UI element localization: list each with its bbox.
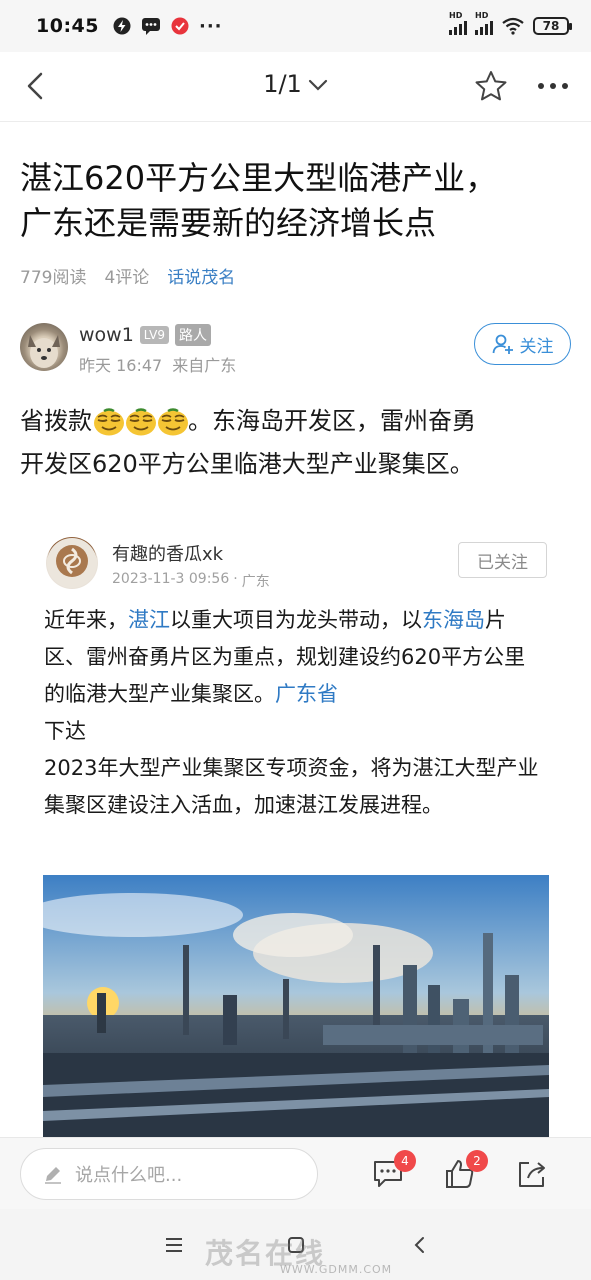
more-options-button[interactable] (531, 64, 575, 108)
more-notifications-icon: ··· (198, 15, 223, 37)
smirk-emoji-icon (126, 408, 156, 436)
pencil-icon (45, 1167, 61, 1184)
level-badge: LV9 (139, 326, 170, 344)
dot-icon (562, 83, 568, 89)
page-indicator-label: 1/1 (263, 70, 302, 98)
recent-apps-button[interactable] (160, 1231, 188, 1259)
star-icon (475, 71, 507, 101)
link-donghai-island[interactable]: 东海岛 (422, 608, 485, 632)
status-bar: 10:45 ··· HD HD 78 (0, 0, 591, 52)
author-avatar-image (28, 335, 60, 368)
dot-icon (550, 83, 556, 89)
status-right-icons: HD HD 78 (449, 11, 572, 35)
post-title-line-1: 湛江620平方公里大型临港产业， (20, 159, 498, 197)
follow-button[interactable]: 关注 (474, 323, 571, 365)
follow-label: 关注 (519, 336, 554, 357)
dot-icon (538, 83, 544, 89)
post-body-line-1: 省拨款 。东海岛开发区，雷州奋勇 (20, 407, 476, 436)
smirk-emoji-icon (158, 408, 188, 436)
comment-count-badge: 4 (394, 1150, 416, 1172)
battery-icon: 78 (533, 17, 572, 35)
top-nav-bar: 1/1 (0, 52, 591, 122)
role-badge: 路人 (175, 324, 212, 346)
share-button[interactable] (512, 1154, 552, 1194)
status-notification-icons: ··· (113, 16, 223, 37)
author-name-row: wow1 LV9 路人 (79, 324, 212, 346)
post-body-line-2: 开发区620平方公里临港大型产业聚集区。 (20, 450, 474, 478)
comment-bar: 说点什么吧... 4 2 (0, 1137, 591, 1209)
avatar[interactable] (20, 323, 68, 371)
separator-dot: · (233, 571, 238, 587)
post-time: 昨天 16:47 (79, 356, 163, 375)
share-icon (519, 1162, 545, 1187)
watermark-url: WWW.GDMM.COM (280, 1263, 393, 1276)
bolt-icon (113, 17, 131, 35)
signal-icon: HD (449, 11, 467, 35)
comment-input[interactable]: 说点什么吧... (20, 1148, 318, 1200)
refinery-sunset-illustration (43, 875, 549, 1137)
link-zhanjiang[interactable]: 湛江 (128, 608, 170, 632)
industrial-port-image[interactable] (43, 875, 549, 1137)
post-location: 来自广东 (172, 356, 237, 375)
message-icon (141, 18, 160, 35)
post-body: 省拨款 。东海岛开发区，雷州奋勇 开发区620平方公里临港大型产业聚集区。 (20, 400, 576, 486)
app-notification-icon (171, 17, 189, 35)
wifi-icon (502, 17, 524, 35)
chevron-left-icon (414, 1237, 424, 1253)
quote-text: 近年来，湛江以重大项目为龙头带动，以东海岛片区、雷州奋勇片区为重点，规划建设约6… (44, 608, 539, 817)
status-time: 10:45 (36, 15, 99, 37)
section-link[interactable]: 话说茂名 (167, 263, 235, 288)
quote-region: 广东 (241, 574, 270, 590)
chevron-down-icon (308, 79, 327, 91)
post-title-line-2: 广东还是需要新的经济增长点 (20, 204, 437, 242)
post-meta: 779阅读 4评论 话说茂名 (20, 263, 235, 288)
comments-button[interactable]: 4 (368, 1150, 416, 1194)
add-user-icon (492, 334, 513, 354)
read-count: 779阅读 (20, 268, 87, 288)
link-guangdong-province[interactable]: 广东省 (275, 682, 338, 706)
quote-author-meta: 2023-11-3 09:56 · 广东 (112, 571, 270, 591)
author-meta: 昨天 16:47 来自广东 (79, 352, 236, 376)
quote-author-name[interactable]: 有趣的香瓜xk (112, 540, 223, 566)
like-count-badge: 2 (466, 1150, 488, 1172)
comment-count: 4评论 (104, 268, 150, 288)
menu-lines-icon (166, 1238, 182, 1252)
author-name[interactable]: wow1 (79, 324, 134, 346)
comment-placeholder: 说点什么吧... (75, 1165, 183, 1186)
system-back-button[interactable] (406, 1231, 434, 1259)
signal-icon-2: HD (475, 11, 493, 35)
post-title: 湛江620平方公里大型临港产业， 广东还是需要新的经济增长点 (20, 156, 572, 246)
like-button[interactable]: 2 (440, 1150, 488, 1194)
quote-author-avatar[interactable] (46, 537, 98, 589)
quote-date: 2023-11-3 09:56 (112, 571, 230, 587)
smirk-emoji-icon (94, 408, 124, 436)
followed-button[interactable]: 已关注 (458, 542, 547, 578)
favorite-button[interactable] (469, 64, 513, 108)
coffee-avatar-image (47, 538, 97, 588)
